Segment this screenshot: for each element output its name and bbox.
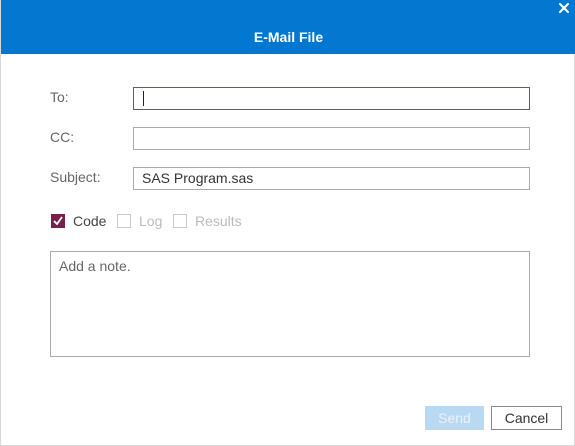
code-checkbox[interactable] — [51, 214, 65, 228]
subject-field[interactable]: SAS Program.sas — [133, 167, 530, 190]
close-icon[interactable] — [557, 1, 571, 15]
cancel-button[interactable]: Cancel — [491, 406, 562, 430]
code-checkbox-label[interactable]: Code — [73, 213, 106, 229]
to-label: To: — [50, 89, 69, 105]
log-checkbox[interactable] — [117, 214, 131, 228]
cc-label: CC: — [50, 129, 75, 145]
email-file-dialog: E-Mail File To: CC: Subject: SAS Program… — [0, 0, 575, 446]
send-button[interactable]: Send — [425, 406, 484, 430]
checkmark-icon — [53, 216, 63, 226]
subject-label: Subject: — [50, 169, 101, 185]
cc-field[interactable] — [133, 127, 530, 150]
text-caret — [143, 91, 144, 106]
note-textarea[interactable]: Add a note. — [50, 251, 530, 357]
dialog-titlebar: E-Mail File — [1, 0, 575, 54]
to-field[interactable] — [133, 87, 530, 110]
results-checkbox[interactable] — [173, 214, 187, 228]
subject-field-value: SAS Program.sas — [142, 170, 254, 186]
results-checkbox-label: Results — [195, 213, 242, 229]
dialog-title: E-Mail File — [253, 29, 324, 45]
log-checkbox-label: Log — [139, 213, 163, 229]
